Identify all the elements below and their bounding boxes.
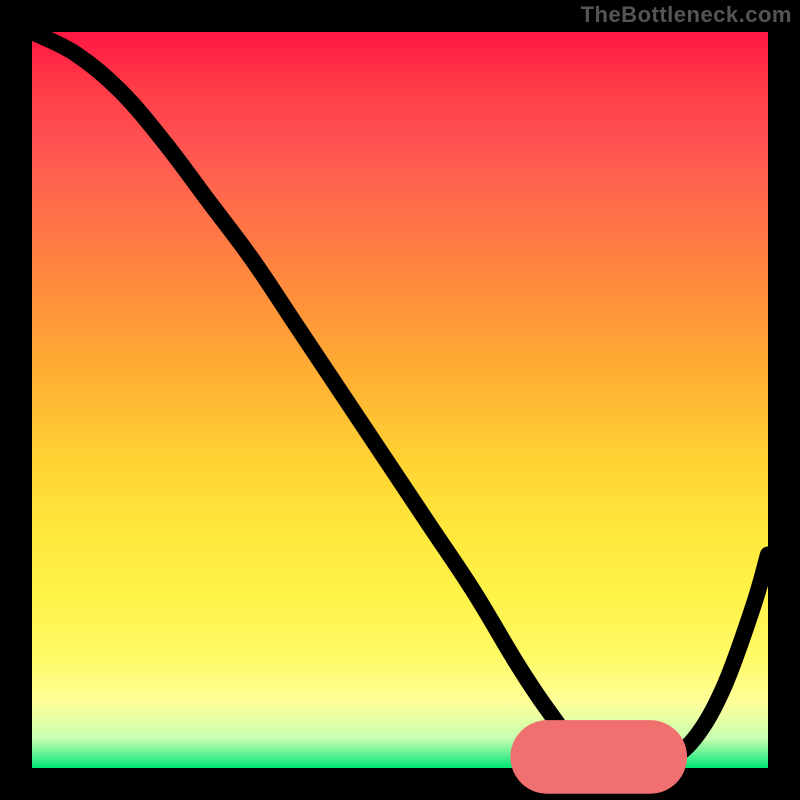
plot-area	[32, 32, 768, 768]
watermark-text: TheBottleneck.com	[581, 2, 792, 28]
curve-svg	[32, 32, 768, 768]
chart-stage: TheBottleneck.com	[0, 0, 800, 800]
bottleneck-curve	[32, 32, 768, 762]
